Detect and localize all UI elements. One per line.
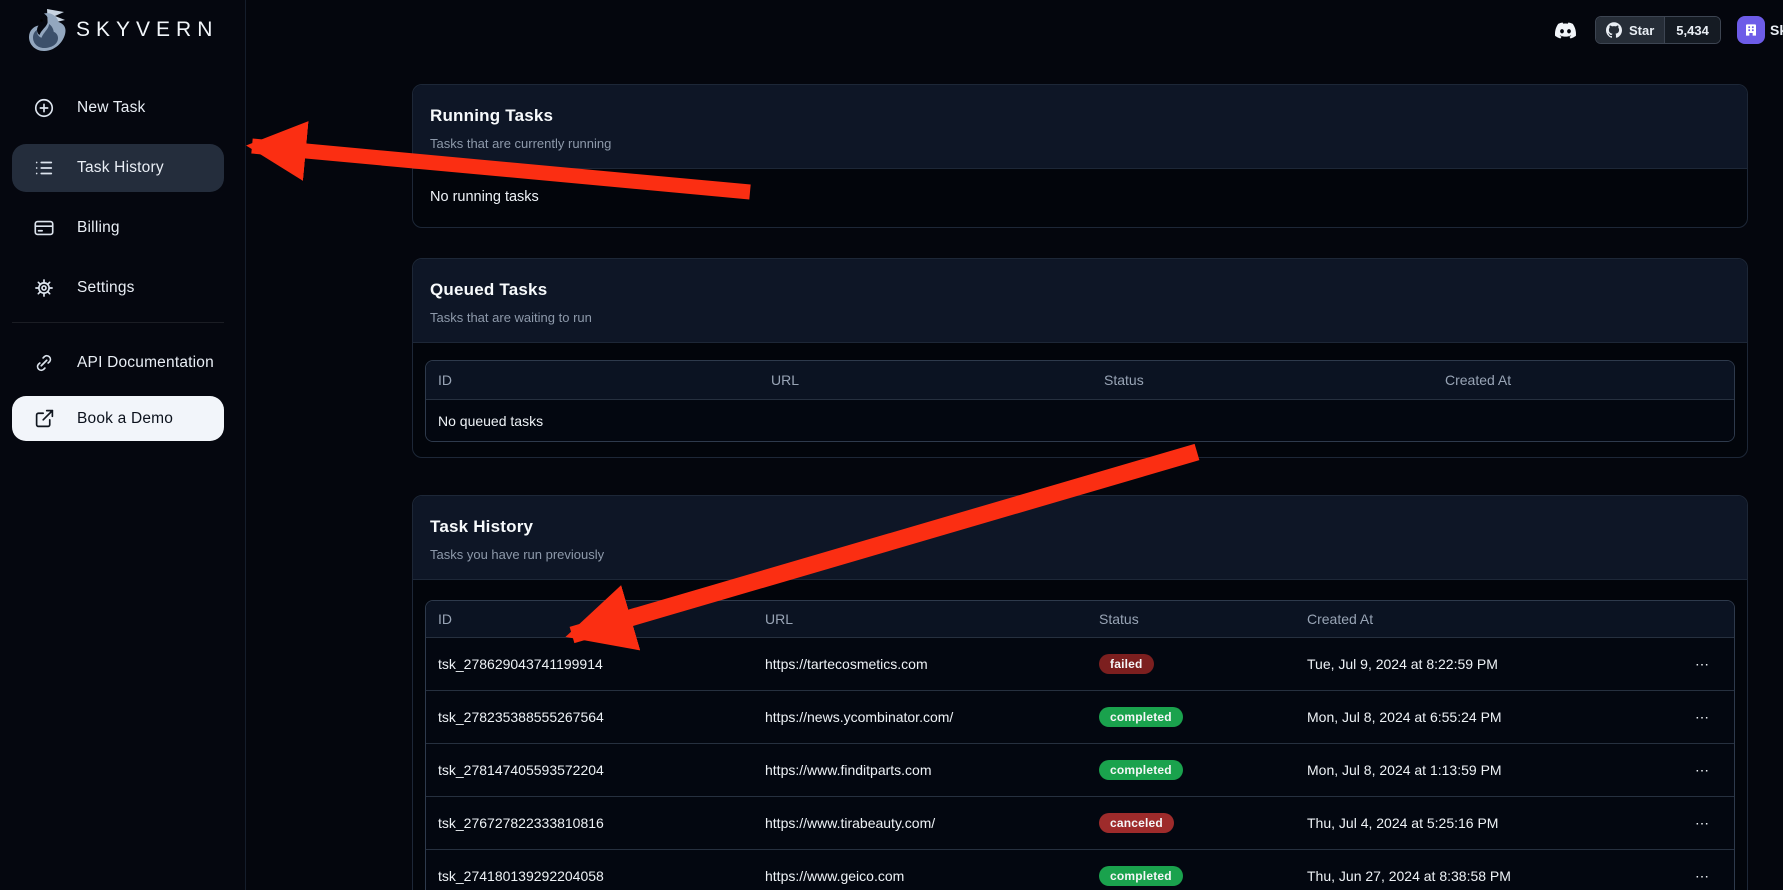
column-header-actions bbox=[1670, 601, 1734, 637]
status-badge: completed bbox=[1099, 866, 1183, 886]
card-title: Task History bbox=[430, 517, 1730, 537]
plus-circle-icon bbox=[33, 97, 55, 119]
table-header-row: ID URL Status Created At bbox=[426, 601, 1734, 637]
created-at-cell: Tue, Jul 9, 2024 at 8:22:59 PM bbox=[1295, 638, 1670, 690]
table-row[interactable]: tsk_278147405593572204 https://www.findi… bbox=[426, 743, 1734, 796]
task-id-cell: tsk_278629043741199914 bbox=[426, 638, 753, 690]
column-header-url: URL bbox=[753, 601, 1087, 637]
sidebar-item-label: New Task bbox=[77, 99, 146, 117]
sidebar-item-label: Task History bbox=[77, 159, 164, 177]
card-subtitle: Tasks you have run previously bbox=[430, 547, 1730, 562]
user-name: Sk bbox=[1770, 22, 1783, 38]
empty-state-text: No queued tasks bbox=[426, 400, 1734, 441]
github-star-count: 5,434 bbox=[1664, 17, 1720, 43]
sidebar-item-label: API Documentation bbox=[77, 354, 214, 372]
card-header: Task History Tasks you have run previous… bbox=[413, 496, 1747, 580]
task-url-cell: https://tartecosmetics.com bbox=[753, 638, 1087, 690]
sidebar-item-settings[interactable]: Settings bbox=[12, 264, 224, 312]
table-row[interactable]: tsk_278629043741199914 https://tartecosm… bbox=[426, 637, 1734, 690]
task-id-cell: tsk_278147405593572204 bbox=[426, 744, 753, 796]
created-at-cell: Mon, Jul 8, 2024 at 1:13:59 PM bbox=[1295, 744, 1670, 796]
column-header-created-at: Created At bbox=[1295, 601, 1670, 637]
sidebar: SKYVERN New Task Task History Billing Se bbox=[0, 0, 246, 890]
row-actions-button[interactable]: ⋯ bbox=[1670, 797, 1734, 849]
sidebar-item-api-documentation[interactable]: API Documentation bbox=[12, 341, 224, 385]
task-history-card: Task History Tasks you have run previous… bbox=[412, 495, 1748, 890]
table-row[interactable]: tsk_274180139292204058 https://www.geico… bbox=[426, 849, 1734, 890]
credit-card-icon bbox=[33, 217, 55, 239]
github-icon bbox=[1606, 22, 1622, 38]
gear-icon bbox=[33, 277, 55, 299]
status-badge: canceled bbox=[1099, 813, 1174, 833]
table-row[interactable]: tsk_278235388555267564 https://news.ycom… bbox=[426, 690, 1734, 743]
column-header-id: ID bbox=[426, 601, 753, 637]
column-header-status: Status bbox=[1092, 361, 1433, 399]
status-badge: completed bbox=[1099, 707, 1183, 727]
dragon-logo-icon bbox=[20, 6, 68, 54]
table-row[interactable]: tsk_276727822333810816 https://www.tirab… bbox=[426, 796, 1734, 849]
task-history-table: ID URL Status Created At tsk_27862904374… bbox=[425, 600, 1735, 890]
task-url-cell: https://news.ycombinator.com/ bbox=[753, 691, 1087, 743]
card-title: Running Tasks bbox=[430, 106, 1730, 126]
task-id-cell: tsk_276727822333810816 bbox=[426, 797, 753, 849]
external-link-icon bbox=[33, 408, 55, 430]
empty-table-row: No queued tasks bbox=[426, 399, 1734, 441]
column-header-id: ID bbox=[426, 361, 759, 399]
card-subtitle: Tasks that are currently running bbox=[430, 136, 1730, 151]
sidebar-item-label: Billing bbox=[77, 219, 120, 237]
column-header-created-at: Created At bbox=[1433, 361, 1734, 399]
row-actions-button[interactable]: ⋯ bbox=[1670, 744, 1734, 796]
list-icon bbox=[33, 157, 55, 179]
card-title: Queued Tasks bbox=[430, 280, 1730, 300]
column-header-status: Status bbox=[1087, 601, 1295, 637]
row-actions-button[interactable]: ⋯ bbox=[1670, 691, 1734, 743]
task-url-cell: https://www.finditparts.com bbox=[753, 744, 1087, 796]
empty-state-text: No running tasks bbox=[425, 181, 1735, 219]
task-id-cell: tsk_278235388555267564 bbox=[426, 691, 753, 743]
discord-link[interactable] bbox=[1548, 15, 1582, 45]
column-header-url: URL bbox=[759, 361, 1092, 399]
sidebar-divider bbox=[12, 322, 224, 323]
organization-avatar-icon bbox=[1743, 22, 1759, 38]
task-url-cell: https://www.tirabeauty.com/ bbox=[753, 797, 1087, 849]
github-star-label: Star bbox=[1629, 23, 1654, 38]
card-subtitle: Tasks that are waiting to run bbox=[430, 310, 1730, 325]
running-tasks-card: Running Tasks Tasks that are currently r… bbox=[412, 84, 1748, 228]
brand-logo[interactable]: SKYVERN bbox=[20, 6, 218, 54]
created-at-cell: Thu, Jun 27, 2024 at 8:38:58 PM bbox=[1295, 850, 1670, 890]
queued-tasks-card: Queued Tasks Tasks that are waiting to r… bbox=[412, 258, 1748, 458]
created-at-cell: Mon, Jul 8, 2024 at 6:55:24 PM bbox=[1295, 691, 1670, 743]
brand-name: SKYVERN bbox=[76, 18, 218, 42]
row-actions-button[interactable]: ⋯ bbox=[1670, 850, 1734, 890]
github-star-button[interactable]: Star 5,434 bbox=[1595, 16, 1721, 44]
sidebar-item-label: Book a Demo bbox=[77, 410, 173, 428]
link-icon bbox=[33, 352, 55, 374]
created-at-cell: Thu, Jul 4, 2024 at 5:25:16 PM bbox=[1295, 797, 1670, 849]
sidebar-item-new-task[interactable]: New Task bbox=[12, 84, 224, 132]
card-header: Running Tasks Tasks that are currently r… bbox=[413, 85, 1747, 169]
task-url-cell: https://www.geico.com bbox=[753, 850, 1087, 890]
sidebar-item-task-history[interactable]: Task History bbox=[12, 144, 224, 192]
card-header: Queued Tasks Tasks that are waiting to r… bbox=[413, 259, 1747, 343]
github-star-segment: Star bbox=[1596, 17, 1664, 43]
app-window: SKYVERN New Task Task History Billing Se bbox=[0, 0, 1783, 890]
book-a-demo-button[interactable]: Book a Demo bbox=[12, 396, 224, 441]
discord-icon bbox=[1552, 20, 1579, 41]
sidebar-item-label: Settings bbox=[77, 279, 135, 297]
row-actions-button[interactable]: ⋯ bbox=[1670, 638, 1734, 690]
status-badge: failed bbox=[1099, 654, 1154, 674]
status-badge: completed bbox=[1099, 760, 1183, 780]
table-header-row: ID URL Status Created At bbox=[426, 361, 1734, 399]
task-id-cell: tsk_274180139292204058 bbox=[426, 850, 753, 890]
sidebar-item-billing[interactable]: Billing bbox=[12, 204, 224, 252]
queued-tasks-table: ID URL Status Created At No queued tasks bbox=[425, 360, 1735, 442]
user-avatar[interactable] bbox=[1737, 16, 1765, 44]
